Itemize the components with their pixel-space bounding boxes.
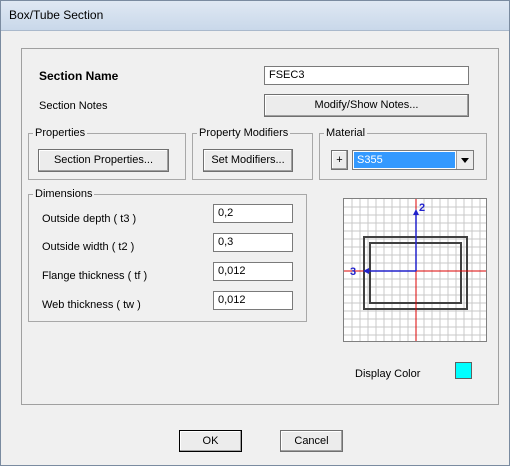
dimensions-legend: Dimensions (35, 188, 93, 200)
flange-thickness-input[interactable]: 0,012 (213, 262, 293, 281)
properties-legend: Properties (35, 127, 86, 139)
section-preview-drawing: 2 3 (344, 199, 486, 341)
property-modifiers-legend: Property Modifiers (199, 127, 289, 139)
section-name-label: Section Name (39, 69, 119, 83)
material-legend: Material (326, 127, 366, 139)
section-properties-button[interactable]: Section Properties... (38, 149, 169, 172)
outside-depth-label: Outside depth ( t3 ) (42, 213, 137, 225)
set-modifiers-button[interactable]: Set Modifiers... (203, 149, 293, 172)
outside-width-label: Outside width ( t2 ) (42, 241, 135, 253)
cancel-button[interactable]: Cancel (280, 430, 343, 452)
web-thickness-input[interactable]: 0,012 (213, 291, 293, 310)
section-notes-label: Section Notes (39, 100, 108, 112)
modify-show-notes-button[interactable]: Modify/Show Notes... (264, 94, 469, 117)
display-color-label: Display Color (355, 368, 421, 380)
material-select[interactable]: S355 (352, 150, 474, 170)
main-panel: Section Name FSEC3 Section Notes Modify/… (21, 48, 499, 405)
axis-2-label: 2 (419, 202, 425, 214)
display-color-swatch[interactable] (455, 362, 472, 379)
add-material-button[interactable]: + (331, 150, 348, 170)
web-thickness-label: Web thickness ( tw ) (42, 299, 141, 311)
title-bar: Box/Tube Section (1, 1, 509, 31)
ok-button[interactable]: OK (179, 430, 242, 452)
section-name-input[interactable]: FSEC3 (264, 66, 469, 85)
material-selected-value: S355 (354, 152, 455, 168)
box-tube-section-dialog: Box/Tube Section Section Name FSEC3 Sect… (0, 0, 510, 466)
window-title: Box/Tube Section (9, 8, 104, 22)
flange-thickness-label: Flange thickness ( tf ) (42, 270, 148, 282)
axis-3-label: 3 (350, 266, 356, 278)
chevron-down-icon[interactable] (456, 151, 473, 169)
outside-depth-input[interactable]: 0,2 (213, 204, 293, 223)
outside-width-input[interactable]: 0,3 (213, 233, 293, 252)
section-preview: 2 3 (343, 198, 487, 342)
